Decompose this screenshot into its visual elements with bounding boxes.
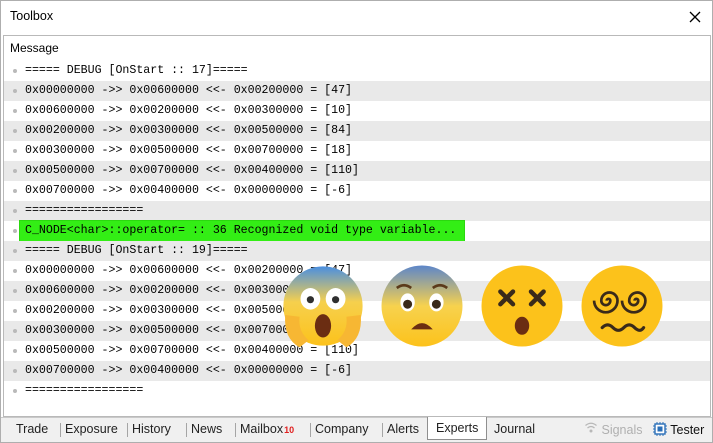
- row-bullet-icon: [13, 209, 17, 213]
- log-row[interactable]: 0x00300000 ->> 0x00500000 <<- 0x00700000…: [4, 141, 710, 161]
- row-bullet-icon: [13, 69, 17, 73]
- log-message: 0x00500000 ->> 0x00700000 <<- 0x00400000…: [25, 164, 359, 177]
- tab-company[interactable]: Company: [310, 418, 369, 442]
- row-bullet-icon: [13, 189, 17, 193]
- screaming-face-icon: [283, 266, 363, 348]
- log-message: ===== DEBUG [OnStart :: 17]=====: [25, 64, 248, 77]
- log-message: ===== DEBUG [OnStart :: 19]=====: [25, 244, 248, 257]
- row-bullet-icon: [13, 389, 17, 393]
- woozy-face-icon: [581, 265, 663, 347]
- tester-button[interactable]: Tester: [653, 418, 704, 442]
- log-row[interactable]: =================: [4, 201, 710, 221]
- log-row[interactable]: 0x00200000 ->> 0x00300000 <<- 0x00500000…: [4, 121, 710, 141]
- log-message: 0x00200000 ->> 0x00300000 <<- 0x00500000…: [25, 124, 352, 137]
- log-row[interactable]: 0x00700000 ->> 0x00400000 <<- 0x00000000…: [4, 361, 710, 381]
- log-row[interactable]: 0x00500000 ->> 0x00700000 <<- 0x00400000…: [4, 161, 710, 181]
- row-bullet-icon: [13, 249, 17, 253]
- row-bullet-icon: [13, 149, 17, 153]
- row-bullet-icon: [13, 329, 17, 333]
- row-bullet-icon: [13, 349, 17, 353]
- tab-news[interactable]: News: [185, 418, 222, 442]
- log-message: 0x00700000 ->> 0x00400000 <<- 0x00000000…: [25, 364, 352, 377]
- tab-alerts[interactable]: Alerts: [382, 418, 419, 442]
- tester-icon: [653, 422, 667, 436]
- log-message: =================: [25, 204, 144, 217]
- row-bullet-icon: [13, 129, 17, 133]
- log-message: 0x00000000 ->> 0x00600000 <<- 0x00200000…: [25, 84, 352, 97]
- window-title: Toolbox: [10, 9, 54, 23]
- row-bullet-icon: [13, 169, 17, 173]
- row-bullet-icon: [13, 229, 17, 233]
- log-row[interactable]: =================: [4, 381, 710, 401]
- row-bullet-icon: [13, 289, 17, 293]
- tab-exposure[interactable]: Exposure: [60, 418, 118, 442]
- tab-history[interactable]: History: [127, 418, 171, 442]
- log-panel: Message ===== DEBUG [OnStart :: 17]=====…: [3, 35, 711, 417]
- tab-experts[interactable]: Experts: [427, 417, 488, 440]
- tab-journal[interactable]: Journal: [494, 418, 535, 442]
- log-row-highlighted[interactable]: C_NODE<char>::operator= :: 36 Recognized…: [4, 220, 710, 242]
- log-row[interactable]: 0x00600000 ->> 0x00200000 <<- 0x00300000…: [4, 101, 710, 121]
- mailbox-badge: 10: [284, 425, 295, 435]
- log-row[interactable]: 0x00700000 ->> 0x00400000 <<- 0x00000000…: [4, 181, 710, 201]
- log-row[interactable]: 0x00000000 ->> 0x00600000 <<- 0x00200000…: [4, 81, 710, 101]
- log-message: =================: [25, 384, 144, 397]
- title-bar: Toolbox: [1, 1, 712, 32]
- tab-mailbox[interactable]: Mailbox10: [234, 418, 295, 442]
- log-message: C_NODE<char>::operator= :: 36 Recognized…: [18, 220, 466, 242]
- row-bullet-icon: [13, 109, 17, 113]
- row-bullet-icon: [13, 369, 17, 373]
- toolbox-window: Toolbox Message ===== DEBUG [OnStart :: …: [0, 0, 713, 443]
- signals-button[interactable]: Signals: [584, 418, 642, 442]
- signals-icon: [585, 422, 597, 433]
- row-bullet-icon: [13, 269, 17, 273]
- column-header-message[interactable]: Message: [4, 36, 710, 61]
- log-row[interactable]: ===== DEBUG [OnStart :: 17]=====: [4, 61, 710, 81]
- log-message: 0x00600000 ->> 0x00200000 <<- 0x00300000…: [25, 104, 352, 117]
- row-bullet-icon: [13, 89, 17, 93]
- anguished-face-icon: [381, 265, 463, 347]
- log-row[interactable]: ===== DEBUG [OnStart :: 19]=====: [4, 241, 710, 261]
- row-bullet-icon: [13, 309, 17, 313]
- log-message: 0x00300000 ->> 0x00500000 <<- 0x00700000…: [25, 144, 352, 157]
- tab-trade[interactable]: Trade: [16, 418, 48, 442]
- close-button[interactable]: [678, 1, 712, 32]
- dizzy-face-icon: [481, 265, 563, 347]
- bottom-tab-bar: Trade Exposure History News Mailbox10 Co…: [1, 417, 712, 442]
- column-header-label: Message: [10, 41, 59, 55]
- log-message: 0x00700000 ->> 0x00400000 <<- 0x00000000…: [25, 184, 352, 197]
- close-icon: [689, 11, 701, 22]
